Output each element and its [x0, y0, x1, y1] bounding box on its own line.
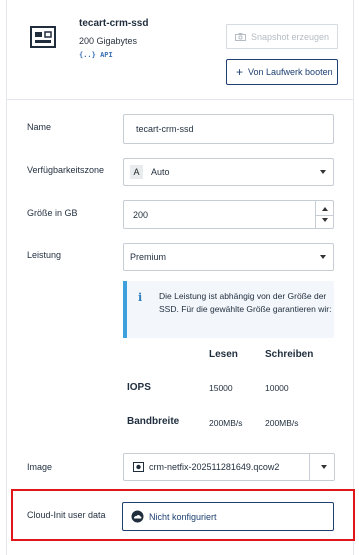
boot-from-drive-button[interactable]: + Von Laufwerk booten: [226, 59, 338, 85]
plus-icon: +: [236, 65, 244, 79]
panel-left-border: [6, 0, 7, 555]
image-value: crm-netfix-202511281649.qcow2: [149, 462, 280, 472]
name-label: Name: [27, 122, 52, 132]
availability-zone-label: Verfügbarkeitszone: [27, 165, 105, 175]
stepper-arrows[interactable]: [315, 201, 333, 228]
api-link[interactable]: {..} API: [79, 51, 113, 59]
create-snapshot-label: Snapshot erzeugen: [251, 31, 330, 42]
image-dropdown-toggle[interactable]: [309, 453, 335, 481]
performance-value: Premium: [130, 252, 167, 262]
image-select[interactable]: crm-netfix-202511281649.qcow2: [123, 453, 335, 481]
row-label-iops: IOPS: [127, 382, 151, 393]
boot-from-drive-label: Von Laufwerk booten: [248, 67, 333, 77]
panel-right-border: [353, 0, 354, 555]
performance-select[interactable]: Premium: [123, 243, 334, 271]
cloud-init-value: Nicht konfiguriert: [149, 511, 217, 522]
drive-icon: [30, 26, 56, 48]
disk-title: tecart-crm-ssd: [79, 18, 149, 29]
row-label-bandwidth: Bandbreite: [127, 416, 180, 427]
name-input-value: tecart-crm-ssd: [136, 124, 194, 134]
chevron-down-icon: [320, 170, 326, 174]
bandwidth-read-value: 200MB/s: [209, 418, 243, 428]
chevron-down-icon: [320, 255, 326, 259]
stepper-up-icon[interactable]: [322, 207, 328, 211]
create-snapshot-button[interactable]: Snapshot erzeugen: [226, 24, 338, 49]
header-divider: [6, 99, 354, 100]
performance-info-text: Die Leistung ist abhängig von der Größe …: [159, 291, 332, 314]
zone-badge: A: [130, 165, 143, 179]
info-icon: i: [138, 291, 143, 304]
bandwidth-write-value: 200MB/s: [265, 418, 299, 428]
camera-icon: [235, 32, 246, 41]
size-stepper[interactable]: 200: [123, 200, 334, 229]
availability-zone-select[interactable]: A Auto: [123, 158, 334, 186]
image-select-value-box[interactable]: crm-netfix-202511281649.qcow2: [123, 453, 309, 481]
disk-size: 200 Gigabytes: [79, 36, 138, 46]
size-value: 200: [133, 209, 149, 220]
image-label: Image: [27, 462, 53, 472]
cloud-init-button[interactable]: Nicht konfiguriert: [122, 502, 334, 531]
chevron-down-icon: [321, 465, 327, 469]
column-header-read: Lesen: [209, 349, 238, 360]
performance-label: Leistung: [27, 250, 62, 260]
iops-read-value: 15000: [209, 383, 233, 393]
cloud-init-label: Cloud-Init user data: [27, 510, 106, 520]
iops-write-value: 10000: [265, 383, 289, 393]
name-input[interactable]: tecart-crm-ssd: [123, 114, 334, 144]
column-header-write: Schreiben: [265, 349, 314, 360]
availability-zone-value: Auto: [151, 167, 170, 177]
size-label: Größe in GB: [27, 208, 78, 218]
stepper-down-icon[interactable]: [322, 218, 328, 222]
performance-info-box: i Die Leistung ist abhängig von der Größ…: [123, 281, 334, 338]
image-icon: [133, 462, 144, 472]
cloud-init-icon: [131, 510, 144, 523]
